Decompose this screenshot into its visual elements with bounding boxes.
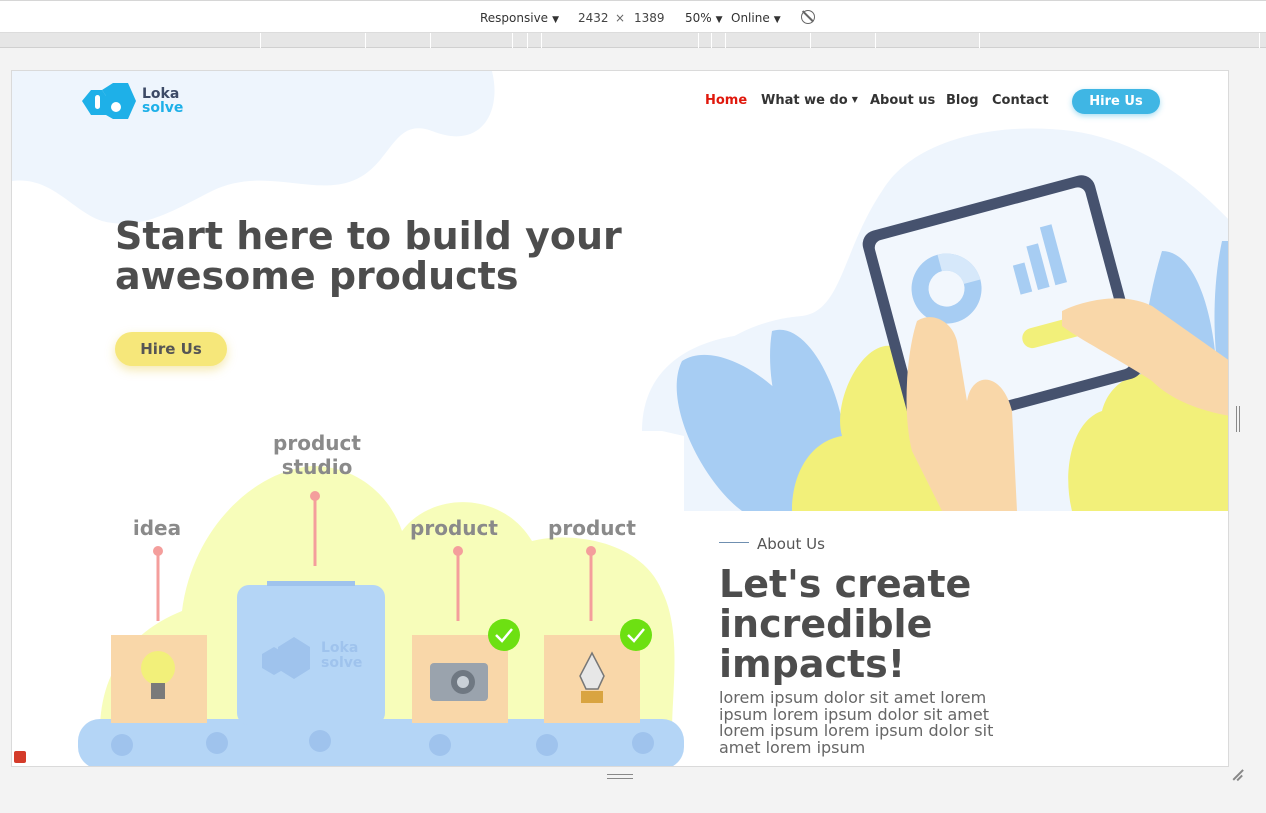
nav-what-we-do-label: What we do [761, 93, 848, 108]
logo-line2: solve [142, 100, 184, 116]
caret-down-icon: ▼ [851, 95, 858, 104]
nav-blog[interactable]: Blog [946, 93, 979, 108]
dimension-separator: × [615, 11, 626, 25]
hire-us-hero-button[interactable]: Hire Us [115, 332, 227, 366]
site-logo[interactable]: Loka solve [80, 81, 183, 121]
label-idea: idea [132, 516, 182, 540]
device-viewport: Loka solve Home What we do ▼ About us Blo… [11, 70, 1229, 767]
label-product-studio: product studio [273, 431, 361, 479]
network-select[interactable]: Online ▼ [731, 10, 781, 26]
zoom-label: 50% [685, 11, 712, 25]
label-product: product [548, 516, 636, 540]
hire-us-nav-button[interactable]: Hire Us [1072, 89, 1160, 114]
resize-handle-corner[interactable] [1230, 768, 1244, 782]
about-text: lorem ipsum dolor sit amet lorem ipsum l… [719, 688, 994, 757]
devtools-toolbar: Responsive ▼ 2432 × 1389 50% ▼ Online ▼ [0, 0, 1266, 33]
chevron-down-icon: ▼ [715, 15, 723, 25]
resize-handle-right[interactable] [1236, 406, 1240, 432]
about-label: About Us [757, 535, 825, 553]
nav-what-we-do[interactable]: What we do ▼ [761, 93, 858, 108]
zoom-select[interactable]: 50% ▼ [685, 10, 723, 26]
nav-about-us[interactable]: About us [870, 93, 935, 108]
chevron-down-icon: ▼ [773, 15, 781, 25]
device-select[interactable]: Responsive ▼ [480, 10, 559, 26]
box-logo-line1: Loka [321, 640, 359, 656]
hero-title: Start here to build your awesome product… [115, 214, 622, 298]
label-product: product [410, 516, 498, 540]
network-label: Online [731, 11, 770, 25]
logo-hexagon-icon [82, 83, 136, 119]
logo-line1: Loka [142, 86, 180, 102]
nav-home[interactable]: Home [705, 93, 747, 108]
extension-icon[interactable] [14, 751, 26, 763]
width-input[interactable]: 2432 [578, 10, 609, 26]
box-logo-text: Loka solve [321, 641, 362, 671]
device-label: Responsive [480, 11, 549, 25]
resize-handle-bottom[interactable] [607, 774, 633, 779]
media-query-ruler[interactable] [0, 33, 1266, 48]
chevron-down-icon: ▼ [552, 15, 559, 25]
box-logo-line2: solve [321, 655, 363, 671]
height-input[interactable]: 1389 [634, 10, 665, 26]
nav-contact[interactable]: Contact [992, 93, 1049, 108]
about-divider [719, 542, 749, 543]
rotate-icon[interactable] [801, 10, 815, 24]
about-title: Let's create incredible impacts! [719, 562, 972, 686]
